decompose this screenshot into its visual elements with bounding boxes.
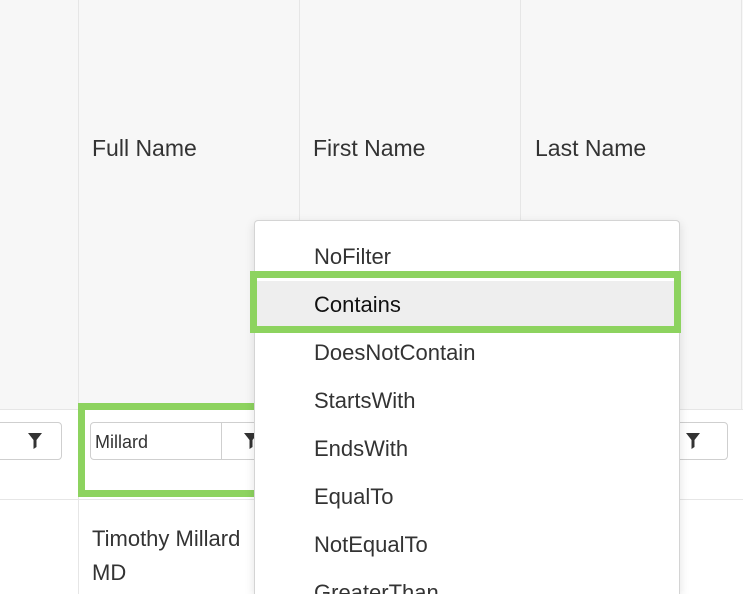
- column-header-last-name[interactable]: Last Name: [535, 135, 646, 162]
- menu-item-startswith[interactable]: StartsWith: [255, 377, 679, 425]
- cell-full-name: Timothy Millard MD: [92, 526, 241, 585]
- column-divider: [741, 0, 742, 410]
- contains-highlight-box: [250, 271, 681, 333]
- filter-icon: [28, 433, 42, 449]
- column-divider: [78, 500, 79, 594]
- menu-item-equalto[interactable]: EqualTo: [255, 473, 679, 521]
- filter-cell-last-name: [672, 422, 728, 460]
- column-header-first-name[interactable]: First Name: [313, 135, 425, 162]
- filter-cell-previous: [0, 422, 62, 460]
- column-header-full-name[interactable]: Full Name: [92, 135, 197, 162]
- filter-icon: [686, 433, 700, 449]
- menu-item-doesnotcontain[interactable]: DoesNotContain: [255, 329, 679, 377]
- menu-item-notequalto[interactable]: NotEqualTo: [255, 521, 679, 569]
- menu-item-endswith[interactable]: EndsWith: [255, 425, 679, 473]
- column-divider: [78, 0, 79, 410]
- filter-button[interactable]: [15, 423, 55, 459]
- menu-item-greaterthan[interactable]: GreaterThan: [255, 569, 679, 594]
